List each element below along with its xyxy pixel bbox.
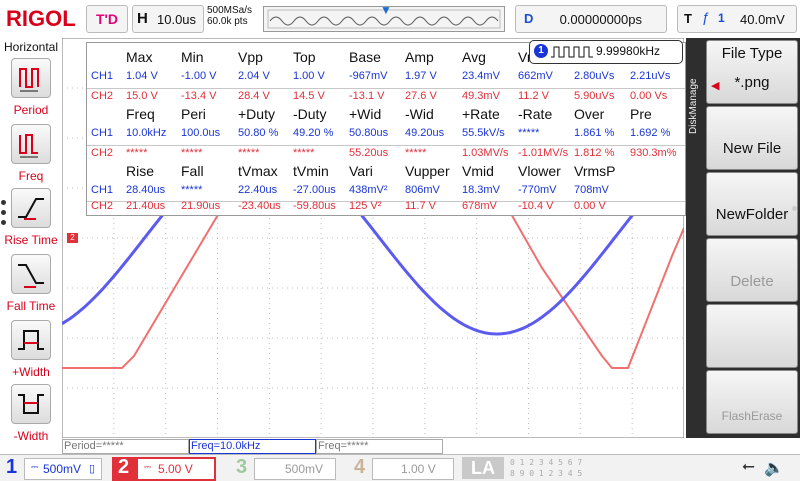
measure-freq-button[interactable]: Freq <box>0 124 62 183</box>
ch4-scale-box[interactable]: 1.00 V <box>372 458 454 480</box>
stat-period: Period=***** <box>62 439 189 454</box>
empty-menu-slot <box>706 304 798 368</box>
ch2-measure-row: CH2 ***** ***** ***** ***** 55.20us ****… <box>91 147 677 159</box>
timebase-value: 10.0us <box>157 12 197 27</box>
statistics-bar: Period=***** Freq=10.0kHz Freq=***** <box>62 438 684 454</box>
speaker-mute-icon[interactable]: 🔈 <box>764 458 784 478</box>
ch2-number: 2 <box>118 456 130 478</box>
disk-manage-menu: DiskManage File Type ◀ *.png New File Ne… <box>686 38 800 438</box>
ch1-number[interactable]: 1 <box>6 456 17 479</box>
stat-freq: Freq=10.0kHz <box>189 439 316 454</box>
menu-tab-label: DiskManage <box>688 78 699 134</box>
trigger-key: T <box>684 11 692 26</box>
counter-value: 9.99980kHz <box>596 44 661 58</box>
logic-analyzer-label[interactable]: LA <box>462 457 504 479</box>
delete-button[interactable]: Delete <box>706 238 798 302</box>
measure-header-row: Freq Peri +Duty -Duty +Wid -Wid +Rate -R… <box>126 106 652 122</box>
la-channel-indicator: 0 1 2 3 4 5 6 7 8 9 0 1 2 3 4 5 <box>510 457 600 479</box>
stat-freq2: Freq=***** <box>316 439 443 454</box>
memory-overview-strip[interactable]: ▼ <box>263 3 505 32</box>
ch1-measure-row: CH1 1.04 V -1.00 V 2.04 V 1.00 V -967mV … <box>91 70 671 82</box>
measure-period-button[interactable]: Period <box>0 58 62 117</box>
measure-fall-time-button[interactable]: Fall Time <box>0 254 62 313</box>
horizontal-key: H <box>137 10 148 27</box>
positive-width-icon <box>11 320 51 360</box>
trigger-position-marker-icon: ▼ <box>380 3 392 17</box>
run-status-badge[interactable]: T'D <box>86 5 128 33</box>
ch2-measure-row: CH2 15.0 V -13.4 V 28.4 V 14.5 V -13.1 V… <box>91 90 668 102</box>
ch2-scale: 5.00 V <box>158 462 193 476</box>
trigger-source: 1 <box>718 11 725 25</box>
ch4-number[interactable]: 4 <box>354 456 365 479</box>
horizontal-measure-panel: Horizontal Period Freq Rise Time Fall Ti… <box>0 38 62 443</box>
measure-rise-time-button[interactable]: Rise Time <box>0 188 62 247</box>
selector-arrow-icon: ◀ <box>711 80 720 92</box>
square-wave-icon <box>551 46 593 58</box>
trigger-settings[interactable]: T ƒ 1 40.0mV <box>677 5 797 33</box>
measure-positive-width-button[interactable]: +Width <box>0 320 62 379</box>
trigger-level: 40.0mV <box>740 12 785 27</box>
rise-time-icon <box>11 188 51 228</box>
bandwidth-limit-icon: ▯ <box>89 463 96 475</box>
sample-rate: 500MSa/s <box>207 5 253 16</box>
memory-depth: 60.0k pts <box>207 16 248 27</box>
la-bits-bottom: 8 9 0 1 2 3 4 5 <box>510 469 583 478</box>
dc-coupling-icon: ⎓ <box>31 462 39 472</box>
fall-time-icon <box>11 254 51 294</box>
rising-edge-icon: ƒ <box>702 9 710 25</box>
ch3-scale: 500mV <box>285 462 324 476</box>
frequency-counter[interactable]: 1 9.99980kHz <box>529 40 683 64</box>
period-icon <box>11 58 51 98</box>
flash-erase-button[interactable]: FlashErase <box>706 370 798 434</box>
acquisition-info: 500MSa/s 60.0k pts <box>207 5 252 27</box>
delay-key: D <box>524 11 534 26</box>
delay-value: 0.00000000ps <box>559 12 642 27</box>
dc-coupling-icon: ⎓ <box>144 462 152 472</box>
ch1-scale: 500mV <box>43 462 82 476</box>
ch2-offset-marker-icon[interactable]: 2 <box>67 233 78 243</box>
horizontal-timebase[interactable]: H 10.0us <box>132 5 204 33</box>
panel-title: Horizontal <box>4 40 59 54</box>
top-status-bar: RIGOL T'D H 10.0us 500MSa/s 60.0k pts ▼ … <box>0 0 800 36</box>
ch1-measure-row: CH1 10.0kHz 100.0us 50.80 % 49.20 % 50.8… <box>91 127 671 139</box>
file-type-label: File Type <box>721 45 783 62</box>
measure-negative-width-button[interactable]: -Width <box>0 384 62 443</box>
ch3-number[interactable]: 3 <box>236 456 247 479</box>
ch2-measure-row: CH2 21.40us 21.90us -23.40us -59.80us 12… <box>91 200 606 212</box>
measurement-table: Max Min Vpp Top Base Amp Avg Vr CH1 1.04… <box>86 42 686 216</box>
measure-header-row: Rise Fall tVmax tVmin Vari Vupper Vmid V… <box>126 163 616 179</box>
ch4-scale: 1.00 V <box>401 462 436 476</box>
usb-icon: ⭠ <box>742 458 755 475</box>
ch3-scale-box[interactable]: 500mV <box>254 458 336 480</box>
counter-channel-badge: 1 <box>534 44 548 58</box>
ch1-measure-row: CH1 28.40us ***** 22.40us -27.00us 438mV… <box>91 184 609 196</box>
channel-status-bar: 1 ⎓ 500mV ▯ 2 ⎓ 5.00 V 3 500mV 4 1.00 V … <box>0 454 800 481</box>
new-folder-button[interactable]: NewFolder <box>706 172 798 236</box>
horizontal-delay[interactable]: D 0.00000000ps <box>515 5 667 33</box>
brand-logo: RIGOL <box>6 6 76 31</box>
ch1-scale-box[interactable]: ⎓ 500mV ▯ <box>24 458 102 480</box>
page-dot <box>792 206 797 211</box>
ch2-active-box[interactable]: 2 ⎓ 5.00 V <box>112 456 216 481</box>
negative-width-icon <box>11 384 51 424</box>
la-bits-top: 0 1 2 3 4 5 6 7 <box>510 458 583 467</box>
file-type-value: *.png <box>734 74 770 91</box>
new-file-button[interactable]: New File <box>706 106 798 170</box>
file-type-selector[interactable]: File Type ◀ *.png <box>706 40 798 104</box>
frequency-icon <box>11 124 51 164</box>
